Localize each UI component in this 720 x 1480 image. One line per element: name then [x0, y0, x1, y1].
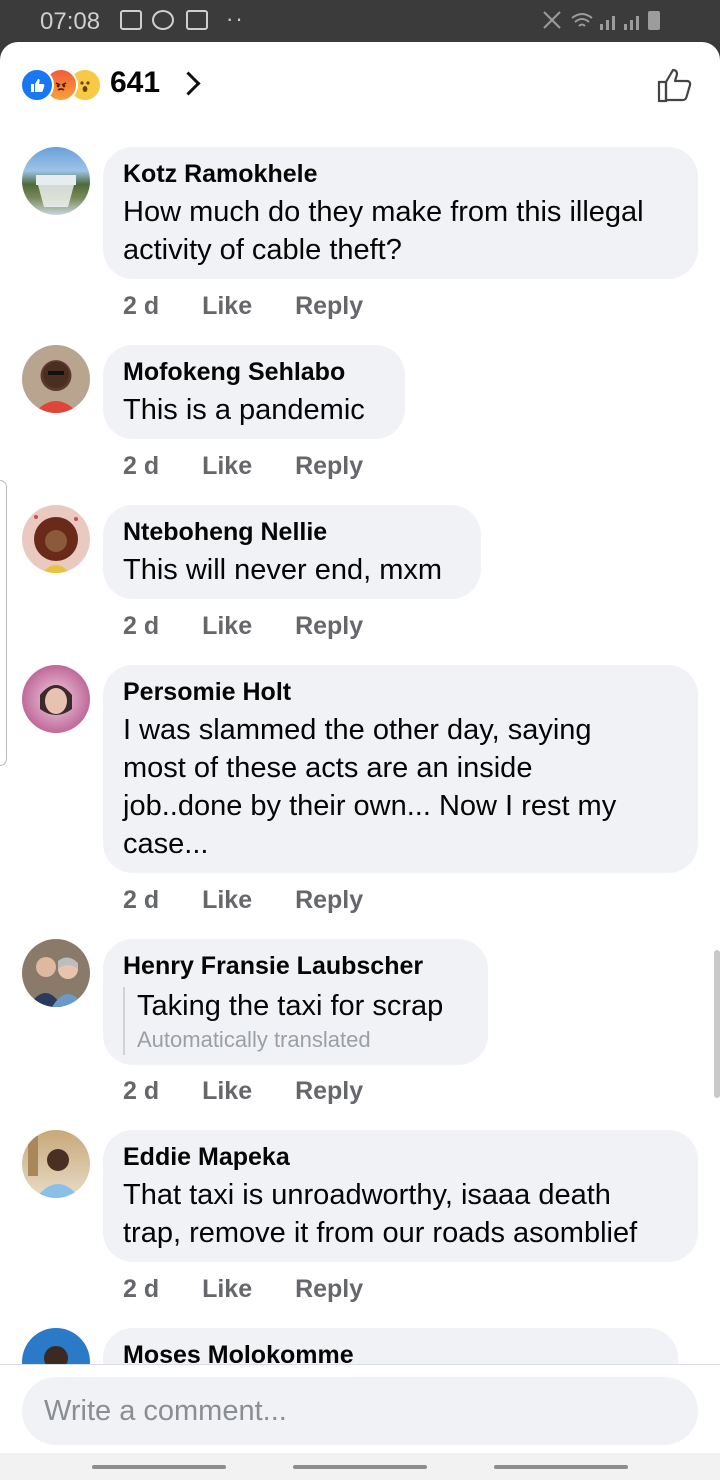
comment-actions: 2 d Like Reply: [123, 452, 399, 481]
reply-button[interactable]: Reply: [295, 1275, 363, 1303]
comment-bubble[interactable]: Eddie Mapeka That taxi is unroadworthy, …: [103, 1130, 698, 1262]
comment-bubble[interactable]: Henry Fransie Laubscher Taking the taxi …: [103, 939, 488, 1065]
status-bar: 07:08 ··: [0, 0, 720, 42]
comment-time: 2 d: [123, 1275, 160, 1303]
comment-line: most of these acts are an inside: [123, 752, 533, 784]
like-button[interactable]: Like: [202, 292, 252, 320]
more-notifications-icon: ··: [226, 6, 245, 31]
reactions-header[interactable]: 641: [0, 42, 720, 122]
translated-block: Taking the taxi for scrap Automatically …: [123, 987, 466, 1055]
nav-recents-indicator[interactable]: [92, 1465, 226, 1469]
comment-text: How much do they make from this illegal …: [123, 193, 676, 269]
like-button[interactable]: Like: [202, 1077, 252, 1105]
signal-battery-icons: [540, 8, 680, 38]
comment-text: This is a pandemic: [123, 391, 383, 429]
compose-bar: Write a comment...: [0, 1364, 720, 1480]
comment-line: That taxi is unroadworthy, isaaa death: [123, 1179, 611, 1211]
comment-bubble[interactable]: Nteboheng Nellie This will never end, mx…: [103, 505, 481, 599]
comment-actions: 2 d Like Reply: [123, 1275, 399, 1304]
comment-bubble[interactable]: Persomie Holt I was slammed the other da…: [103, 665, 698, 873]
comment-time: 2 d: [123, 886, 160, 914]
comment-text: This will never end, mxm: [123, 551, 459, 589]
comment-line: case...: [123, 828, 209, 860]
comment-line: activity of cable theft?: [123, 234, 402, 266]
avatar[interactable]: [22, 1130, 90, 1198]
system-nav-bar: [0, 1453, 720, 1480]
like-button[interactable]: Like: [202, 886, 252, 914]
comments-sheet: 641 Kotz Ramokhele How much do they make…: [0, 42, 720, 1480]
comment-author[interactable]: Henry Fransie Laubscher: [123, 951, 466, 981]
comment-author[interactable]: Mofokeng Sehlabo: [123, 357, 383, 387]
avatar[interactable]: [22, 939, 90, 1007]
comment-author[interactable]: Persomie Holt: [123, 677, 676, 707]
reply-button[interactable]: Reply: [295, 1077, 363, 1105]
status-time: 07:08: [40, 8, 101, 35]
comment-line: How much do they make from this illegal: [123, 196, 644, 228]
comment-author[interactable]: Nteboheng Nellie: [123, 517, 459, 547]
comment-actions: 2 d Like Reply: [123, 612, 399, 641]
like-button[interactable]: Like: [202, 612, 252, 640]
like-outline-icon[interactable]: [656, 66, 694, 104]
comment-time: 2 d: [123, 292, 160, 320]
reply-button[interactable]: Reply: [295, 292, 363, 320]
comment-bubble[interactable]: Kotz Ramokhele How much do they make fro…: [103, 147, 698, 279]
nav-home-indicator[interactable]: [293, 1465, 427, 1469]
comment-author[interactable]: Eddie Mapeka: [123, 1142, 676, 1172]
like-button[interactable]: Like: [202, 452, 252, 480]
comment-bubble[interactable]: Mofokeng Sehlabo This is a pandemic: [103, 345, 405, 439]
comment-text: Taking the taxi for scrap: [137, 987, 466, 1025]
comment-line: trap, remove it from our roads asomblief: [123, 1217, 638, 1249]
reaction-count: 641: [110, 66, 161, 99]
comment-author[interactable]: Kotz Ramokhele: [123, 159, 676, 189]
nav-back-indicator[interactable]: [494, 1465, 628, 1469]
comment-actions: 2 d Like Reply: [123, 292, 399, 321]
like-button[interactable]: Like: [202, 1275, 252, 1303]
gallery-icon: [120, 10, 142, 30]
avatar[interactable]: [22, 505, 90, 573]
screen-icon: [186, 10, 208, 30]
chevron-right-icon[interactable]: [176, 71, 201, 96]
comment-input[interactable]: Write a comment...: [22, 1377, 698, 1445]
comment-actions: 2 d Like Reply: [123, 1077, 399, 1106]
reply-button[interactable]: Reply: [295, 612, 363, 640]
avatar[interactable]: [22, 345, 90, 413]
messenger-icon: [152, 10, 174, 30]
comment-time: 2 d: [123, 612, 160, 640]
comment-line: job..done by their own... Now I rest my: [123, 790, 617, 822]
reply-button[interactable]: Reply: [295, 886, 363, 914]
comment-time: 2 d: [123, 1077, 160, 1105]
avatar[interactable]: [22, 147, 90, 215]
avatar[interactable]: [22, 665, 90, 733]
comment-line: This will never end, mxm: [123, 554, 443, 586]
like-reaction-icon: [20, 68, 54, 102]
reply-button[interactable]: Reply: [295, 452, 363, 480]
side-scroll-handle[interactable]: [0, 480, 7, 766]
comment-line: This is a pandemic: [123, 394, 365, 426]
comment-line: I was slammed the other day, saying: [123, 714, 592, 746]
comment-line: Taking the taxi for scrap: [137, 990, 444, 1022]
auto-translated-label[interactable]: Automatically translated: [137, 1025, 466, 1055]
comment-time: 2 d: [123, 452, 160, 480]
scrollbar[interactable]: [714, 950, 720, 1098]
comment-text: That taxi is unroadworthy, isaaa death t…: [123, 1176, 676, 1252]
comment-actions: 2 d Like Reply: [123, 886, 399, 915]
comment-text: I was slammed the other day, saying most…: [123, 711, 676, 863]
